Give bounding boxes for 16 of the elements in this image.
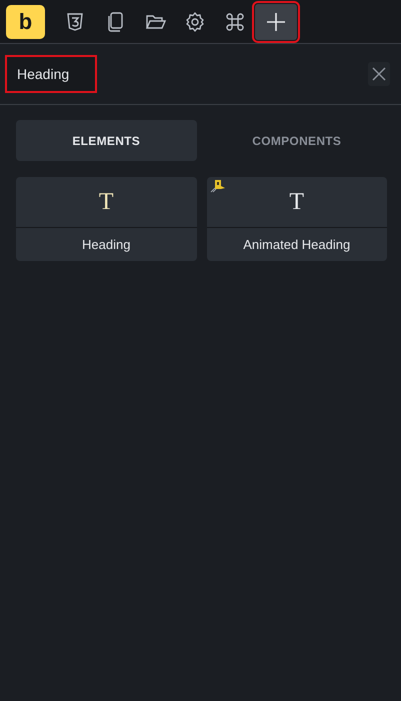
- close-button[interactable]: [368, 62, 390, 86]
- element-card[interactable]: T Animated Heading: [206, 177, 387, 261]
- logo[interactable]: b: [6, 4, 45, 38]
- element-card[interactable]: T Heading: [16, 177, 196, 261]
- search-field[interactable]: Heading: [5, 55, 97, 93]
- text-glyph: T: [98, 190, 114, 214]
- command-icon: [224, 10, 246, 32]
- add-icon: [265, 10, 287, 32]
- text-glyph: T: [289, 190, 304, 214]
- tab[interactable]: COMPONENTS: [206, 120, 387, 161]
- close-icon: [372, 67, 386, 81]
- tab[interactable]: ELEMENTS: [16, 120, 196, 161]
- element-label: Heading: [82, 237, 130, 252]
- element-label: Animated Heading: [243, 237, 350, 252]
- settings-icon: [184, 10, 206, 32]
- add-button[interactable]: [255, 4, 297, 40]
